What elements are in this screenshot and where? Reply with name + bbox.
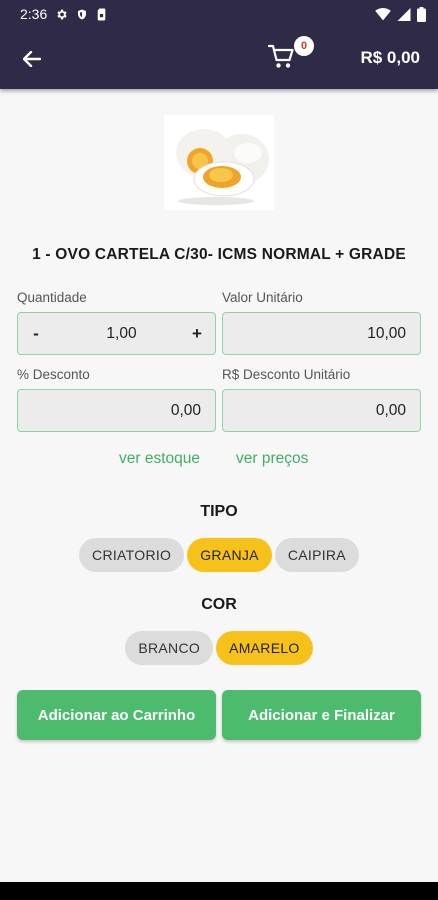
wifi-icon	[375, 7, 391, 21]
cor-option-branco[interactable]: BRANCO	[125, 631, 214, 665]
tipo-option-caipira[interactable]: CAIPIRA	[274, 538, 359, 572]
quantity-decrease-button[interactable]: -	[18, 324, 54, 344]
quantity-label: Quantidade	[17, 290, 87, 305]
cor-title: COR	[201, 596, 237, 613]
tipo-options: CRIATORIO GRANJA CAIPIRA	[0, 538, 438, 572]
quantity-increase-button[interactable]: +	[179, 324, 215, 344]
unit-value-label: Valor Unitário	[222, 290, 303, 305]
cor-options: BRANCO AMARELO	[0, 631, 438, 665]
add-to-cart-button[interactable]: Adicionar ao Carrinho	[17, 690, 216, 740]
cor-option-amarelo[interactable]: AMARELO	[216, 631, 313, 665]
quantity-stepper: - 1,00 +	[17, 312, 216, 355]
tipo-option-criatorio[interactable]: CRIATORIO	[79, 538, 185, 572]
cart-total: R$ 0,00	[360, 48, 420, 67]
signal-icon	[397, 7, 411, 21]
discount-unit-value: 0,00	[375, 401, 406, 419]
discount-percent-value: 0,00	[170, 401, 201, 419]
battery-icon	[417, 6, 426, 22]
arrow-left-icon	[23, 51, 41, 67]
sim-card-icon	[96, 8, 107, 21]
unit-value: 10,00	[367, 324, 406, 342]
system-nav-bar	[0, 882, 438, 900]
view-stock-link[interactable]: ver estoque	[119, 450, 200, 468]
discount-unit-label: R$ Desconto Unitário	[222, 367, 351, 382]
app-bar: 0 R$ 0,00	[0, 28, 438, 89]
quantity-value[interactable]: 1,00	[54, 325, 179, 343]
tipo-option-granja[interactable]: GRANJA	[187, 538, 272, 572]
view-prices-link[interactable]: ver preços	[236, 450, 308, 468]
status-time: 2:36	[20, 6, 48, 22]
product-title: 1 - OVO CARTELA C/30- ICMS NORMAL + GRAD…	[32, 246, 406, 263]
back-button[interactable]	[18, 46, 46, 72]
cart-icon	[267, 44, 294, 68]
unit-value-field[interactable]: 10,00	[222, 312, 421, 355]
status-bar: 2:36	[0, 0, 438, 28]
discount-percent-field[interactable]: 0,00	[17, 389, 216, 432]
settings-icon	[55, 8, 68, 21]
cart-count-badge: 0	[294, 36, 314, 56]
tipo-title: TIPO	[200, 503, 238, 520]
shield-icon	[76, 8, 88, 21]
add-and-finish-button[interactable]: Adicionar e Finalizar	[222, 690, 421, 740]
discount-percent-label: % Desconto	[17, 367, 90, 382]
product-image	[164, 115, 274, 210]
discount-unit-field[interactable]: 0,00	[222, 389, 421, 432]
